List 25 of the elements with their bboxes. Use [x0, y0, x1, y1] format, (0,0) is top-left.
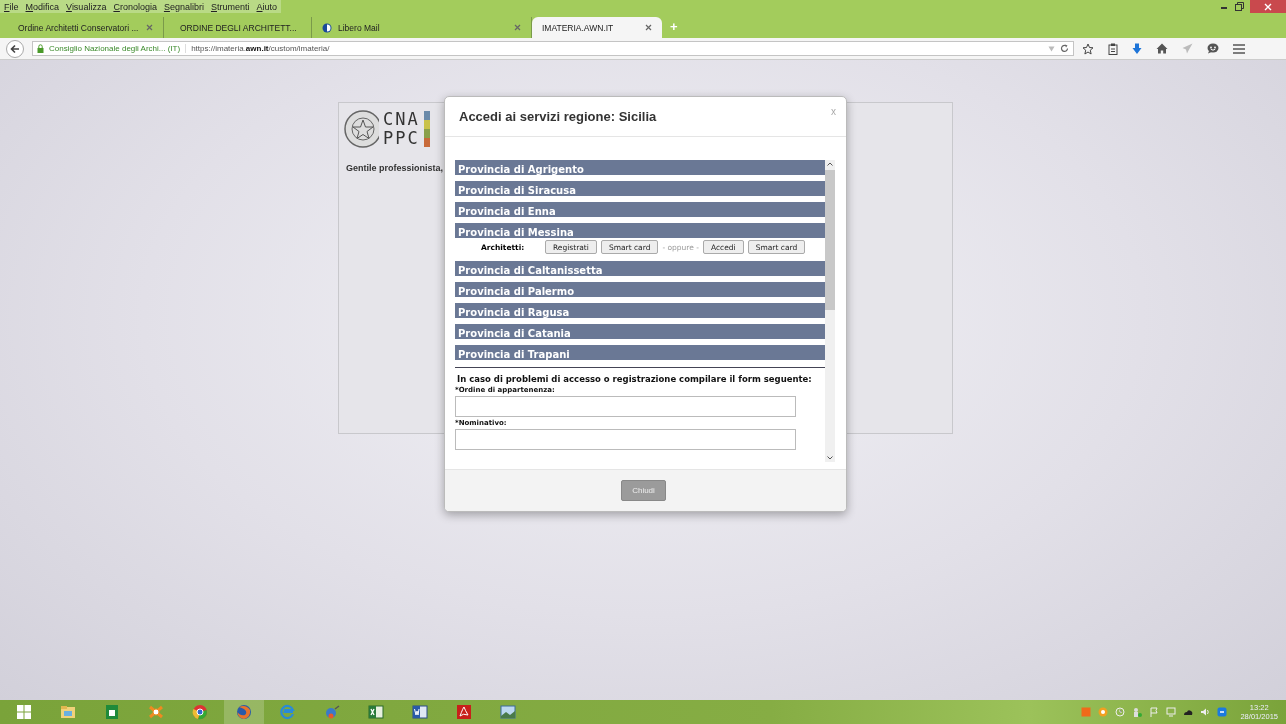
logo-text: CNA: [383, 110, 420, 129]
address-field[interactable]: Consiglio Nazionale degli Archi... (IT) https://imateria.awn.it/custom/imateria/: [32, 41, 1074, 56]
menu-item[interactable]: Cronologia: [113, 1, 157, 12]
greeting-text: Gentile professionista,: [346, 163, 444, 173]
browser-tab[interactable]: IMATERIA.AWN.IT: [532, 17, 662, 38]
menu-item[interactable]: Visualizza: [66, 1, 107, 12]
menu-item[interactable]: Modifica: [25, 1, 60, 12]
province-header[interactable]: Provincia di Catania: [455, 324, 825, 339]
logo-text: PPC: [383, 129, 420, 148]
dialog-title: Accedi ai servizi regione: Sicilia: [459, 109, 658, 124]
menu-item[interactable]: Segnalibri: [163, 1, 204, 12]
province-header[interactable]: Provincia di Trapani: [455, 345, 825, 360]
province-header[interactable]: Provincia di Messina: [455, 223, 825, 238]
province-header[interactable]: Provincia di Agrigento: [455, 160, 825, 175]
province-header[interactable]: Provincia di Enna: [455, 202, 825, 217]
province-header[interactable]: Provincia di Caltanissetta: [455, 261, 825, 276]
help-text: In caso di problemi di accesso o registrazione compilare il form seguente:: [457, 374, 813, 384]
menu-item[interactable]: Strumenti: [210, 1, 250, 12]
menu-item[interactable]: Aiuto: [256, 1, 278, 12]
url-text: https://imateria.awn.it/custom/imateria/: [191, 44, 330, 53]
site-identity: Consiglio Nazionale degli Archi... (IT): [49, 44, 187, 53]
province-header[interactable]: Provincia di Ragusa: [455, 303, 825, 318]
province-header[interactable]: Provincia di Siracusa: [455, 181, 825, 196]
menu-item[interactable]: File: [4, 1, 19, 12]
province-header[interactable]: Provincia di Palermo: [455, 282, 825, 297]
